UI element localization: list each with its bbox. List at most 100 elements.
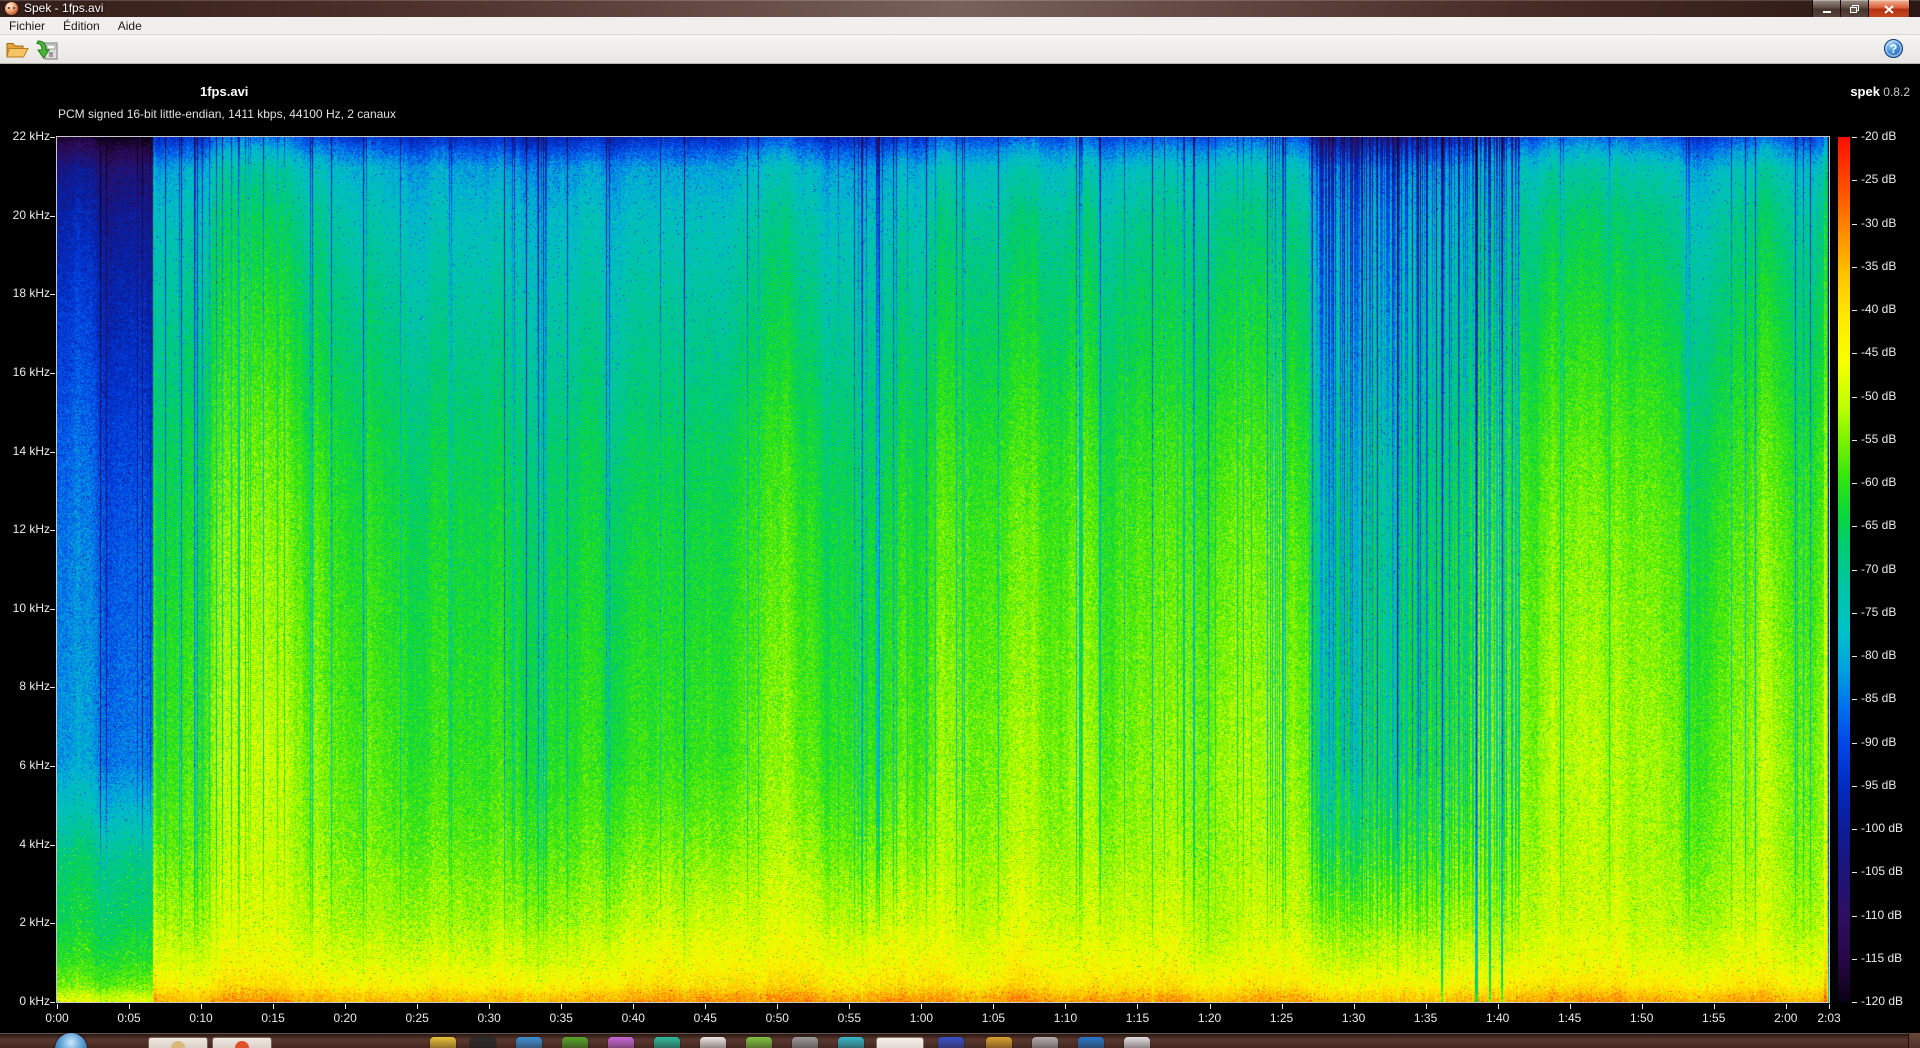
taskbar-icon-gray2[interactable]: [1032, 1037, 1058, 1048]
spectrogram-canvas: [56, 136, 1830, 1003]
time-tick-mark: [1425, 1004, 1427, 1009]
taskbar-icon-dark[interactable]: [470, 1037, 496, 1048]
spek-version: 0.8.2: [1883, 85, 1910, 99]
freq-tick-label: 12 kHz: [12, 522, 50, 537]
db-tick-label: -50 dB: [1861, 388, 1897, 403]
taskbar-icon-teal[interactable]: [654, 1037, 680, 1048]
screen: Spek - 1fps.avi Fichier Édition Aide ? 1…: [0, 0, 1920, 1048]
time-tick-mark: [1209, 1004, 1211, 1009]
db-tick-mark: [1852, 829, 1857, 830]
time-tick-label: 0:10: [189, 1011, 213, 1025]
taskbar-button-active[interactable]: [876, 1037, 924, 1048]
taskbar-button-player[interactable]: [212, 1037, 272, 1048]
help-button[interactable]: ?: [1884, 39, 1903, 58]
save-image-icon: [35, 40, 57, 60]
taskbar-button-folder[interactable]: [148, 1037, 208, 1048]
time-tick-mark: [273, 1004, 275, 1009]
time-tick-mark: [1281, 1004, 1283, 1009]
freq-tick-mark: [50, 294, 55, 296]
time-tick-label: 1:00: [909, 1011, 934, 1025]
db-tick-label: -120 dB: [1861, 994, 1904, 1008]
time-tick-label: 0:55: [837, 1011, 862, 1025]
window-titlebar[interactable]: Spek - 1fps.avi: [0, 0, 1920, 19]
time-tick-label: 1:55: [1702, 1011, 1726, 1025]
db-tick-label: -90 dB: [1861, 734, 1897, 749]
spek-brand: spek: [1850, 84, 1880, 99]
time-tick-mark: [57, 1004, 58, 1009]
taskbar-icon-white[interactable]: [700, 1037, 726, 1048]
time-tick-mark: [921, 1004, 923, 1009]
freq-tick-mark: [50, 844, 55, 846]
taskbar-icon-magenta[interactable]: [608, 1037, 634, 1048]
time-tick-mark: [561, 1004, 563, 1009]
time-tick-mark: [1353, 1004, 1355, 1009]
db-tick-mark: [1852, 872, 1857, 874]
show-desktop-button[interactable]: [1908, 1033, 1920, 1048]
time-tick-mark: [345, 1004, 347, 1009]
taskbar-icon-green2[interactable]: [746, 1037, 772, 1048]
db-tick-mark: [1852, 656, 1857, 657]
db-tick-label: -85 dB: [1861, 691, 1897, 706]
time-tick-label: 0:30: [477, 1011, 501, 1025]
db-tick-mark: [1852, 223, 1857, 225]
freq-tick-mark: [50, 137, 55, 138]
help-icon: ?: [1889, 41, 1898, 56]
time-tick-mark: [633, 1004, 635, 1009]
taskbar-icon-green[interactable]: [562, 1037, 588, 1048]
time-tick-mark: [417, 1004, 419, 1009]
minimize-icon: [1822, 10, 1831, 13]
freq-tick-label: 10 kHz: [12, 600, 50, 615]
time-tick-label: 1:40: [1485, 1011, 1510, 1025]
taskbar-button-folder-icon: [171, 1041, 185, 1048]
window-title: Spek - 1fps.avi: [24, 1, 104, 15]
time-tick-mark: [1497, 1004, 1499, 1009]
time-tick-mark: [777, 1004, 779, 1009]
time-tick-label: 1:45: [1557, 1011, 1582, 1025]
close-icon: [1884, 4, 1894, 14]
open-file-button[interactable]: [3, 38, 31, 62]
time-tick-label: 2:00: [1774, 1011, 1798, 1025]
db-tick-label: -105 dB: [1861, 864, 1904, 879]
time-tick-label: 0:05: [117, 1011, 141, 1025]
taskbar-icon-white2[interactable]: [1124, 1037, 1150, 1048]
taskbar[interactable]: [0, 1033, 1920, 1048]
taskbar-icon-cyan[interactable]: [838, 1037, 864, 1048]
freq-tick-label: 4 kHz: [19, 836, 50, 851]
taskbar-icon-gray[interactable]: [792, 1037, 818, 1048]
freq-tick-mark: [50, 608, 55, 610]
save-image-button[interactable]: [33, 38, 61, 62]
open-folder-icon: [5, 43, 29, 58]
time-tick-mark: [1785, 1004, 1787, 1009]
time-tick-mark: [1713, 1004, 1715, 1009]
time-tick-label: 1:25: [1269, 1011, 1294, 1025]
menu-bar: Fichier Édition Aide: [0, 17, 1920, 35]
taskbar-icon-bluetv[interactable]: [1078, 1037, 1104, 1048]
db-tick-label: -110 dB: [1861, 907, 1903, 922]
menu-item-aide[interactable]: Aide: [109, 18, 151, 34]
start-orb[interactable]: [55, 1033, 87, 1048]
time-tick-mark: [1829, 1004, 1830, 1009]
menu-item-edition[interactable]: Édition: [54, 18, 109, 34]
db-tick-label: -30 dB: [1861, 215, 1897, 230]
freq-tick-label: 2 kHz: [19, 915, 50, 930]
time-tick-label: 1:20: [1197, 1011, 1222, 1025]
time-tick-mark: [705, 1004, 707, 1009]
db-tick-mark: [1852, 353, 1857, 355]
time-tick-mark: [1569, 1004, 1571, 1009]
spectrogram-file-title: 1fps.avi: [200, 84, 249, 99]
taskbar-icon-blue2[interactable]: [938, 1037, 964, 1048]
freq-tick-label: 18 kHz: [12, 286, 50, 301]
db-tick-label: -35 dB: [1861, 258, 1897, 273]
spek-version-label: spek 0.8.2: [1850, 84, 1910, 99]
time-tick-label: 0:35: [549, 1011, 573, 1025]
taskbar-icon-gold[interactable]: [430, 1037, 456, 1048]
taskbar-icon-gold2[interactable]: [986, 1037, 1012, 1048]
db-tick-label: -65 dB: [1861, 518, 1897, 533]
db-tick-mark: [1852, 915, 1857, 917]
taskbar-icon-blue[interactable]: [516, 1037, 542, 1048]
time-tick-label: 0:15: [261, 1011, 285, 1025]
freq-tick-mark: [50, 1002, 55, 1003]
db-tick-mark: [1852, 396, 1857, 398]
menu-item-fichier[interactable]: Fichier: [0, 18, 54, 34]
freq-tick-mark: [50, 687, 55, 689]
